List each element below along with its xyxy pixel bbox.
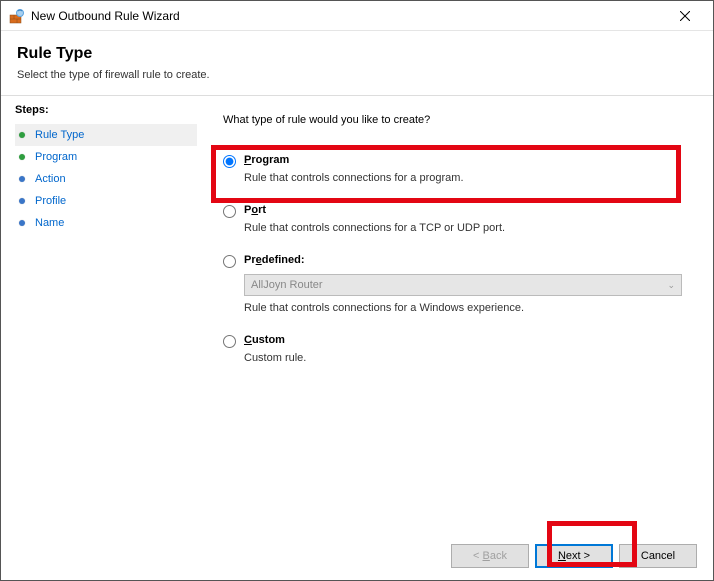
sidebar-item-label: Program (35, 151, 77, 163)
radio-custom[interactable] (223, 335, 236, 348)
radio-port[interactable] (223, 205, 236, 218)
window-title: New Outbound Rule Wizard (31, 9, 665, 23)
bullet-icon (19, 198, 25, 204)
option-port-label: Port (244, 204, 266, 216)
next-button[interactable]: Next > (535, 544, 613, 568)
content-area: Steps: Rule Type Program Action Profile … (1, 96, 713, 536)
rule-type-options: Program Rule that controls connections f… (223, 154, 687, 364)
option-custom: Custom Custom rule. (223, 334, 687, 364)
option-custom-desc: Custom rule. (244, 352, 687, 364)
wizard-window: New Outbound Rule Wizard Rule Type Selec… (0, 0, 714, 581)
page-subtitle: Select the type of firewall rule to crea… (17, 69, 697, 81)
option-predefined: Predefined: AllJoyn Router ⌄ Rule that c… (223, 254, 687, 314)
steps-sidebar: Steps: Rule Type Program Action Profile … (1, 96, 197, 536)
question-text: What type of rule would you like to crea… (223, 114, 687, 126)
bullet-icon (19, 220, 25, 226)
close-icon (680, 11, 690, 21)
sidebar-item-label: Action (35, 173, 66, 185)
predefined-select: AllJoyn Router ⌄ (244, 274, 682, 296)
bullet-icon (19, 154, 25, 160)
sidebar-item-label: Name (35, 217, 64, 229)
chevron-down-icon: ⌄ (667, 280, 675, 291)
sidebar-item-profile[interactable]: Profile (15, 190, 197, 212)
main-panel: What type of rule would you like to crea… (197, 96, 713, 536)
cancel-button[interactable]: Cancel (619, 544, 697, 568)
titlebar: New Outbound Rule Wizard (1, 1, 713, 31)
option-predefined-desc: Rule that controls connections for a Win… (244, 302, 687, 314)
wizard-footer: < Back Next > Cancel (451, 544, 697, 568)
steps-title: Steps: (15, 104, 197, 116)
bullet-icon (19, 132, 25, 138)
close-button[interactable] (665, 2, 705, 30)
option-port: Port Rule that controls connections for … (223, 204, 687, 234)
back-button: < Back (451, 544, 529, 568)
sidebar-item-action[interactable]: Action (15, 168, 197, 190)
option-predefined-label: Predefined: (244, 254, 305, 266)
wizard-header: Rule Type Select the type of firewall ru… (1, 31, 713, 96)
option-program-desc: Rule that controls connections for a pro… (244, 172, 687, 184)
bullet-icon (19, 176, 25, 182)
radio-predefined[interactable] (223, 255, 236, 268)
option-program-label: Program (244, 154, 289, 166)
sidebar-item-rule-type[interactable]: Rule Type (15, 124, 197, 146)
option-port-desc: Rule that controls connections for a TCP… (244, 222, 687, 234)
option-custom-label: Custom (244, 334, 285, 346)
sidebar-item-program[interactable]: Program (15, 146, 197, 168)
radio-program[interactable] (223, 155, 236, 168)
sidebar-item-name[interactable]: Name (15, 212, 197, 234)
sidebar-item-label: Rule Type (35, 129, 84, 141)
page-title: Rule Type (17, 45, 697, 63)
predefined-select-value: AllJoyn Router (251, 279, 323, 291)
firewall-icon (9, 8, 25, 24)
option-program: Program Rule that controls connections f… (223, 154, 687, 184)
sidebar-item-label: Profile (35, 195, 66, 207)
